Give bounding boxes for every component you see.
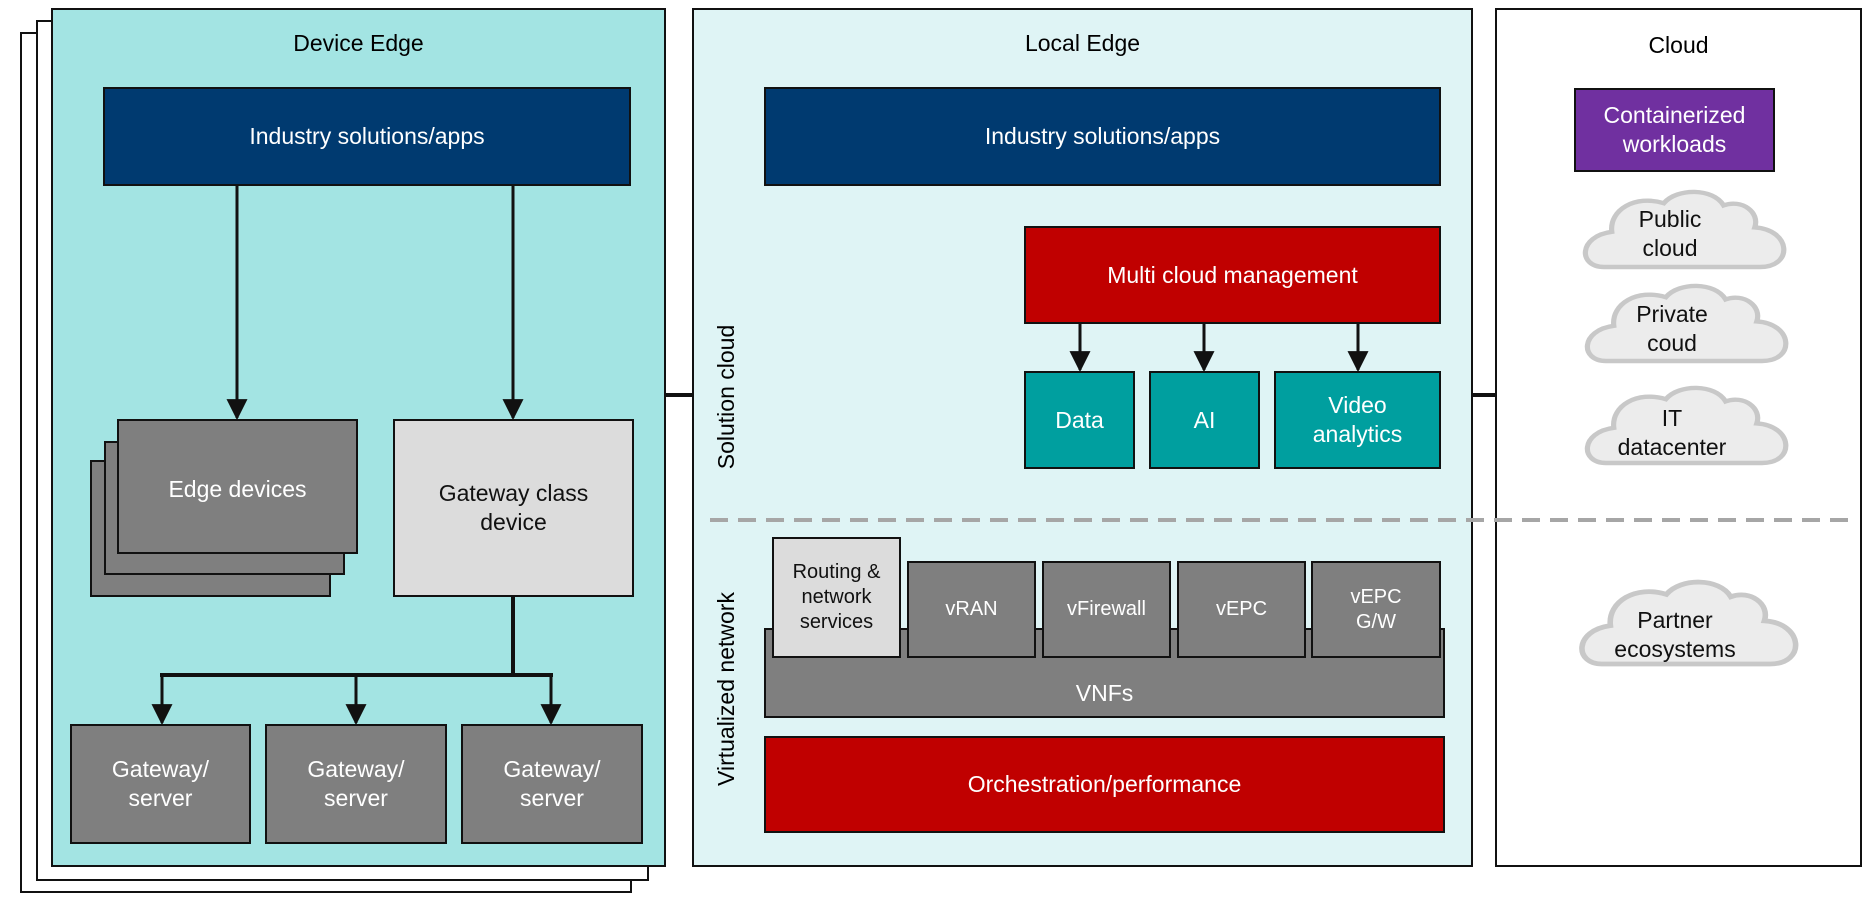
orchestration-performance-box[interactable]: Orchestration/performance [764,736,1445,833]
containerized-workloads-label: Containerized workloads [1603,102,1746,157]
vepc-gw-box[interactable]: vEPC G/W [1311,561,1441,658]
partner-ecosystems-text: Partner ecosystems [1614,607,1736,662]
data-box[interactable]: Data [1024,371,1135,469]
public-cloud-text: Public cloud [1638,206,1702,261]
vran-box[interactable]: vRAN [907,561,1036,658]
gateway-server-box-3[interactable]: Gateway/ server [461,724,643,844]
ai-box[interactable]: AI [1149,371,1260,469]
local-industry-apps-box[interactable]: Industry solutions/apps [764,87,1441,186]
vnfs-label: VNFs [1075,680,1134,707]
containerized-workloads-box[interactable]: Containerized workloads [1574,88,1775,172]
gateway-server-label: Gateway/ server [111,756,210,811]
routing-network-services-label: Routing & network services [792,561,881,633]
gateway-server-label: Gateway/ server [307,756,405,811]
gateway-server-box-1[interactable]: Gateway/ server [70,724,251,844]
public-cloud-label[interactable]: Public cloud [1605,204,1735,264]
private-cloud-label[interactable]: Private coud [1607,299,1737,359]
local-edge-title: Local Edge [1024,30,1141,56]
device-edge-title: Device Edge [293,30,424,56]
partner-ecosystems-label[interactable]: Partner ecosystems [1600,604,1750,666]
it-datacenter-label[interactable]: IT datacenter [1607,403,1737,463]
video-analytics-box[interactable]: Video analytics [1274,371,1441,469]
edge-devices-box[interactable]: Edge devices [117,419,358,554]
vepc-gw-label: vEPC G/W [1350,585,1402,633]
gateway-class-device-box[interactable]: Gateway class device [393,419,634,597]
solution-cloud-label: Solution cloud [713,324,739,470]
edge-devices-label: Edge devices [168,476,307,502]
gateway-server-box-2[interactable]: Gateway/ server [265,724,447,844]
gateway-server-label: Gateway/ server [503,756,601,811]
private-cloud-text: Private coud [1636,301,1708,356]
multi-cloud-management-box[interactable]: Multi cloud management [1024,226,1441,324]
vepc-box[interactable]: vEPC [1177,561,1306,658]
it-datacenter-text: IT datacenter [1617,405,1727,460]
device-industry-apps-box[interactable]: Industry solutions/apps [103,87,631,186]
cloud-title: Cloud [1648,32,1709,58]
vfirewall-box[interactable]: vFirewall [1042,561,1171,658]
routing-network-services-box[interactable]: Routing & network services [772,537,901,658]
gateway-class-device-label: Gateway class device [438,480,589,535]
video-analytics-label: Video analytics [1312,392,1403,447]
virtualized-network-label: Virtualized network [713,592,739,786]
